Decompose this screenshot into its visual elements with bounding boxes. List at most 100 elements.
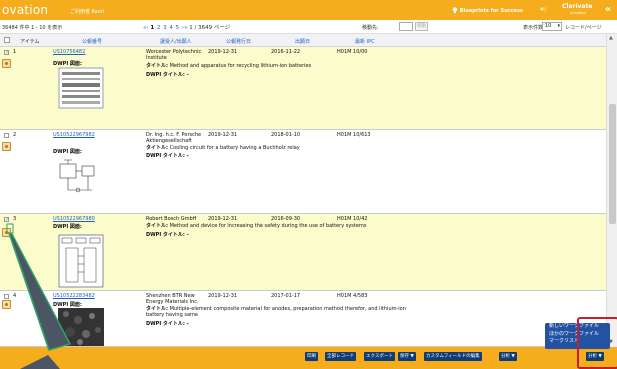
clarivate-logo: Clarivate Analytics [562, 4, 592, 16]
pager-next-icon[interactable]: ›» [182, 25, 188, 31]
title-prefix: タイトル: [146, 145, 168, 151]
patent-drawing[interactable] [58, 234, 104, 288]
row-index: 2 [13, 132, 17, 138]
page-link-1[interactable]: 1 [150, 25, 154, 31]
pager-prev-icon[interactable]: «‹ [143, 25, 149, 31]
page-link-4[interactable]: 4 [169, 25, 173, 31]
page-jump-button[interactable]: 移動 [415, 22, 428, 31]
page-link-2[interactable]: 2 [157, 25, 161, 31]
col-pub-no[interactable]: 公報番号 [82, 38, 102, 45]
ipc-code: H01M 10/613 [337, 132, 371, 138]
col-assignee[interactable]: 譲受人/出願人 [160, 38, 192, 45]
all-records-button[interactable]: 全部レコード [325, 352, 356, 361]
page-info: 1 / 3649 ページ [189, 25, 231, 31]
result-count: 36484 件中 1 - 10 を表示 [2, 25, 63, 31]
dwpi-title: DWPI タイトル: - [146, 321, 189, 327]
col-ipc[interactable]: 最新 IPC [355, 38, 375, 45]
patent-number-link[interactable]: US10522283482 [53, 293, 95, 299]
scroll-thumb[interactable] [609, 104, 616, 224]
row-checkbox[interactable]: ✓ [4, 217, 9, 223]
assignee: Shenzhen BTR New Energy Materials Inc. [146, 293, 199, 305]
per-page-label: 表示件数 [523, 25, 544, 31]
table-row: 2 US10522967982 DWPI 図面: Dr. Ing. h.c. F… [0, 130, 606, 214]
row-checkbox[interactable] [4, 133, 9, 138]
dwpi-drawing-label: DWPI 図面: [53, 224, 82, 230]
row-checkbox[interactable] [4, 294, 9, 299]
print-button[interactable]: 印刷 [305, 352, 318, 361]
per-page-suffix: レコード/ページ [565, 25, 602, 31]
top-bar: ovation ご利用者 Kaori Blueprints for Succes… [0, 0, 617, 20]
dwpi-drawing-label: DWPI 図面: [53, 149, 82, 155]
title-text: Multiple-element composite material for … [146, 306, 406, 318]
document-icon[interactable] [2, 228, 11, 237]
lightbulb-icon [452, 7, 458, 14]
document-icon[interactable] [2, 142, 11, 151]
per-page-value: 10 [545, 23, 552, 29]
dwpi-drawing-label: DWPI 図面: [53, 61, 82, 67]
document-icon[interactable] [2, 300, 11, 309]
edit-custom-fields-button[interactable]: カスタムフィールドの編集 [424, 352, 482, 361]
patent-title: タイトル: Method and device for increasing t… [146, 223, 408, 229]
dwpi-title: DWPI タイトル: - [146, 232, 189, 238]
blueprints-label: Blueprints for Success [459, 8, 523, 14]
row-checkbox[interactable]: ✓ [4, 50, 9, 56]
table-row: 4 US10522283482 DWPI 図面: Shenzhen BTR Ne… [0, 291, 606, 347]
title-text: Method and device for increasing the saf… [169, 223, 367, 229]
patent-drawing[interactable] [58, 67, 104, 109]
row-index: 1 [13, 49, 17, 55]
col-app-date[interactable]: 出願日 [295, 38, 310, 45]
col-pub-date[interactable]: 公報発行日 [226, 38, 251, 45]
app-date: 2016-09-30 [271, 216, 301, 222]
move-label: 移動先: [362, 25, 379, 31]
language-switch[interactable]: #| [540, 7, 546, 13]
save-button[interactable]: 保存 ▼ [398, 352, 416, 361]
patent-drawing[interactable] [58, 156, 100, 198]
pub-date: 2019-12-31 [208, 216, 238, 222]
select-all-checkbox[interactable] [4, 37, 10, 43]
dwpi-title: DWPI タイトル: - [146, 153, 189, 159]
table-header: アイテム 公報番号 譲受人/出願人 公報発行日 出願日 最新 IPC [0, 34, 606, 47]
app-date: 2016-11-22 [271, 49, 301, 55]
patent-title: タイトル: Cooling circuit for a battery havi… [146, 145, 408, 151]
page-link-3[interactable]: 3 [163, 25, 167, 31]
export-button[interactable]: エクスポート [364, 352, 395, 361]
patent-number-link[interactable]: US10522967982 [53, 132, 95, 138]
table-row: ✓ 1 US10756482 DWPI 図面: Worcester Polyte… [0, 47, 606, 130]
collapse-icon[interactable]: « [602, 3, 614, 16]
clarivate-name: Clarivate [562, 3, 593, 10]
patent-title: タイトル: Multiple-element composite materia… [146, 306, 408, 318]
app-date: 2018-01-10 [271, 132, 301, 138]
annotation-highlight [577, 317, 617, 369]
scroll-up-icon[interactable]: ▲ [609, 35, 613, 41]
page-link-5[interactable]: 5 [176, 25, 180, 31]
blueprints-link[interactable]: Blueprints for Success [452, 7, 523, 14]
pub-date: 2019-12-31 [208, 49, 238, 55]
app-date: 2017-01-17 [271, 293, 301, 299]
clarivate-sub: Analytics [570, 11, 586, 15]
assignee: Dr. Ing. h.c. F. Porsche Aktiengesellsch… [146, 132, 202, 144]
dwpi-drawing-label: DWPI 図面: [53, 302, 82, 308]
ipc-code: H01M 10/00 [337, 49, 368, 55]
welcome-user: ご利用者 Kaori [70, 9, 105, 15]
patent-drawing[interactable] [58, 308, 104, 346]
title-prefix: タイトル: [146, 63, 168, 69]
analyze-button[interactable]: 分析 ▼ [499, 352, 517, 361]
document-icon[interactable] [2, 59, 11, 68]
patent-title: タイトル: Method and apparatus for recycling… [146, 63, 408, 69]
patent-number-link[interactable]: US10522967980 [53, 216, 95, 222]
dwpi-title: DWPI タイトル: - [146, 72, 189, 78]
ipc-code: H01M 4/583 [337, 293, 368, 299]
table-row: ✓ 3 US10522967980 DWPI 図面: Robert Bosch … [0, 214, 606, 291]
col-item: アイテム [20, 39, 40, 45]
title-text: Cooling circuit for a battery having a B… [169, 145, 300, 151]
page-jump-input[interactable] [399, 22, 413, 31]
app-brand: ovation [2, 3, 49, 17]
vertical-scrollbar[interactable]: ▲ ▼ [606, 34, 617, 347]
pub-date: 2019-12-31 [208, 132, 238, 138]
patent-number-link[interactable]: US10756482 [53, 49, 85, 55]
per-page-select[interactable]: 10 ▾ [542, 22, 562, 31]
row-index: 3 [13, 216, 17, 222]
chevron-down-icon: ▾ [557, 23, 560, 29]
assignee: Worcester Polytechnic Institute [146, 49, 202, 61]
ipc-code: H01M 10/42 [337, 216, 368, 222]
